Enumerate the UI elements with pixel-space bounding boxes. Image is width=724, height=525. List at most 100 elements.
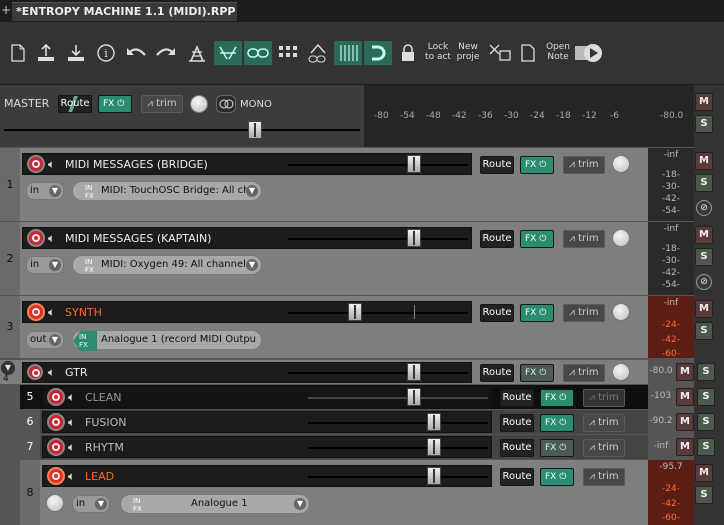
speaker-icon[interactable]: 🔈︎ — [48, 231, 55, 246]
solo-button[interactable]: S — [697, 438, 715, 456]
trim-button[interactable]: ⩘ trim — [583, 389, 625, 407]
volume-fader[interactable] — [407, 155, 421, 173]
loop-link-icon[interactable] — [244, 41, 272, 65]
track-name[interactable]: RHYTM — [85, 437, 124, 459]
phase-invert-icon[interactable]: ⊘ — [696, 274, 712, 290]
input-source-select[interactable]: IN FX Analogue 1 (record MIDI Outpu — [72, 330, 262, 351]
solo-button[interactable]: S — [695, 248, 713, 266]
master-fx-button[interactable]: FX ⏻ — [98, 95, 132, 113]
mute-button[interactable]: M — [676, 438, 694, 456]
track-name[interactable]: SYNTH — [65, 302, 102, 324]
volume-track[interactable] — [288, 312, 468, 314]
volume-track[interactable] — [308, 447, 488, 449]
record-arm-button[interactable] — [27, 364, 43, 380]
magnet-icon[interactable] — [364, 41, 392, 65]
volume-fader[interactable] — [427, 438, 441, 456]
track-name-bar[interactable]: 🔈︎ MIDI MESSAGES (KAPTAIN) — [22, 227, 472, 249]
volume-fader[interactable] — [407, 388, 421, 406]
open-notes-button[interactable]: Open Note — [542, 42, 574, 62]
play-icon[interactable] — [574, 41, 604, 65]
info-icon[interactable]: i — [94, 41, 118, 65]
fx-button[interactable]: FX ⏻ — [540, 389, 574, 407]
track-name[interactable]: GTR — [65, 362, 88, 384]
track-number[interactable]: 4 — [3, 374, 9, 384]
redo-icon[interactable] — [154, 41, 178, 65]
fx-button[interactable]: FX ⏻ — [540, 468, 574, 486]
ripple-edit-icon[interactable] — [214, 41, 242, 65]
speaker-icon[interactable]: 🔈︎ — [68, 469, 75, 484]
track-name[interactable]: MIDI MESSAGES (BRIDGE) — [65, 154, 208, 176]
pan-knob[interactable] — [46, 494, 64, 512]
track-name[interactable]: FUSION — [85, 412, 127, 434]
mono-toggle[interactable] — [216, 95, 236, 113]
route-button[interactable]: Route — [500, 389, 534, 407]
pan-knob[interactable] — [612, 229, 630, 247]
record-arm-button[interactable] — [27, 155, 45, 173]
speaker-icon[interactable]: 🔈︎ — [48, 305, 55, 320]
trim-button[interactable]: ⩘ trim — [563, 304, 605, 322]
track-name[interactable]: CLEAN — [85, 387, 122, 409]
route-button[interactable]: Route — [500, 468, 534, 486]
track-number[interactable]: 7 — [20, 435, 40, 459]
master-pan-knob[interactable] — [190, 95, 208, 113]
mute-button[interactable]: M — [695, 464, 713, 482]
trim-button[interactable]: ⩘ trim — [563, 230, 605, 248]
track-name-bar[interactable]: 🔈︎ SYNTH — [22, 301, 472, 323]
volume-track[interactable] — [308, 397, 488, 399]
lock-icon[interactable] — [396, 41, 420, 65]
undo-icon[interactable] — [124, 41, 148, 65]
record-arm-button[interactable] — [27, 229, 45, 247]
metronome-icon[interactable] — [185, 41, 209, 65]
solo-button[interactable]: S — [695, 174, 713, 192]
mute-button[interactable]: M — [676, 388, 694, 406]
fx-button[interactable]: FX ⏻ — [520, 156, 554, 174]
track-name-bar[interactable]: 🔈︎ FUSION — [42, 411, 492, 433]
solo-button[interactable]: S — [697, 413, 715, 431]
track-name-bar[interactable]: 🔈︎ MIDI MESSAGES (BRIDGE) — [22, 153, 472, 175]
volume-fader[interactable] — [407, 229, 421, 247]
input-monitor-select[interactable]: in ▼ — [26, 256, 64, 274]
track-number[interactable]: 1 — [0, 148, 20, 221]
mute-button[interactable]: M — [695, 300, 713, 318]
track-name-bar[interactable]: 🔈︎ GTR — [22, 362, 472, 383]
record-arm-button[interactable] — [47, 388, 65, 406]
speaker-icon[interactable]: 🔈︎ — [68, 440, 75, 455]
solo-button[interactable]: S — [695, 486, 713, 504]
fx-button[interactable]: FX ⏻ — [540, 439, 574, 457]
project-tab[interactable]: *ENTROPY MACHINE 1.1 (MIDI).RPP — [12, 2, 237, 21]
track-number[interactable]: 3 — [0, 296, 20, 358]
fx-button[interactable]: FX ⏻ — [520, 230, 554, 248]
route-button[interactable]: Route — [500, 414, 534, 432]
pan-knob[interactable] — [612, 363, 630, 381]
track-number[interactable]: 8 — [20, 460, 40, 525]
trim-button[interactable]: ⩘ trim — [583, 414, 625, 432]
speaker-icon[interactable]: 🔈︎ — [68, 390, 75, 405]
volume-fader[interactable] — [348, 303, 362, 321]
volume-track[interactable] — [308, 422, 488, 424]
master-volume-track[interactable] — [4, 129, 360, 131]
fx-button[interactable]: FX ⏻ — [540, 414, 574, 432]
track-name-bar[interactable]: 🔈︎ RHYTM — [42, 436, 492, 458]
new-tab-button[interactable]: + — [1, 3, 11, 17]
document-icon[interactable] — [516, 41, 540, 65]
route-button[interactable]: Route — [480, 156, 514, 174]
trim-button[interactable]: ⩘ trim — [583, 468, 625, 486]
folder-collapse-icon[interactable]: ▼ — [1, 361, 15, 375]
snap-grid-icon[interactable] — [334, 41, 362, 65]
input-monitor-select[interactable]: in ▼ — [72, 495, 110, 513]
speaker-icon[interactable]: 🔈︎ — [48, 365, 55, 380]
track-name-bar[interactable]: 🔈︎ CLEAN — [42, 386, 492, 408]
trim-button[interactable]: ⩘ trim — [583, 439, 625, 457]
trim-button[interactable]: ⩘ trim — [563, 156, 605, 174]
mute-button[interactable]: M — [695, 226, 713, 244]
volume-fader[interactable] — [407, 363, 421, 381]
mute-button[interactable]: M — [676, 413, 694, 431]
fx-button[interactable]: FX ⏻ — [520, 364, 554, 382]
record-arm-button[interactable] — [47, 467, 65, 485]
track-number[interactable]: 2 — [0, 222, 20, 295]
track-name[interactable]: MIDI MESSAGES (KAPTAIN) — [65, 228, 211, 250]
track-name[interactable]: LEAD — [85, 466, 114, 488]
solo-button[interactable]: S — [697, 363, 715, 381]
track-number[interactable]: 5 — [20, 385, 40, 409]
download-icon[interactable] — [64, 41, 88, 65]
